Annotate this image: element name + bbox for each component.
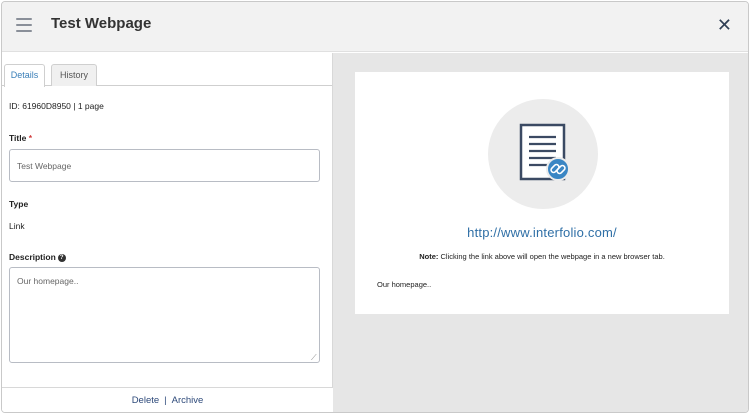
page-title: Test Webpage [51,15,152,32]
preview-panel: http://www.interfolio.com/ Note: Clickin… [333,53,748,412]
tab-details[interactable]: Details [4,64,45,87]
description-label: Description? [9,252,66,262]
delete-button[interactable]: Delete [132,395,159,406]
resize-handle-icon[interactable]: ⟋ [311,353,317,363]
hamburger-menu-icon[interactable] [16,18,32,32]
required-marker: * [28,133,33,143]
link-note: Note: Clicking the link above will open … [355,252,729,261]
type-label: Type [9,199,29,209]
close-icon[interactable]: ✕ [717,14,732,36]
document-modal: Test Webpage ✕ Details History ID: 61960… [1,1,749,413]
tab-bar: Details History [2,64,332,87]
type-value: Link [9,221,25,231]
document-link-icon [488,99,598,209]
details-panel: Details History ID: 61960D8950 | 1 page … [2,53,333,412]
footer-separator: | [164,395,167,406]
archive-button[interactable]: Archive [172,395,204,406]
document-id: ID: 61960D8950 | 1 page [9,101,104,111]
tab-history[interactable]: History [51,64,97,86]
modal-header: Test Webpage ✕ [2,2,748,52]
description-label-text: Description [9,252,56,262]
preview-description: Our homepage.. [377,280,432,289]
webpage-url-link[interactable]: http://www.interfolio.com/ [355,225,729,240]
title-input[interactable] [9,149,320,182]
note-prefix: Note: [419,252,439,261]
modal-footer: Delete | Archive [2,387,333,412]
question-circle-icon[interactable]: ? [57,254,66,262]
preview-card: http://www.interfolio.com/ Note: Clickin… [355,72,729,314]
note-text: Clicking the link above will open the we… [438,252,665,261]
title-label-text: Title [9,133,27,143]
description-textarea[interactable]: Our homepage.. [9,267,320,363]
title-label: Title * [9,133,32,143]
